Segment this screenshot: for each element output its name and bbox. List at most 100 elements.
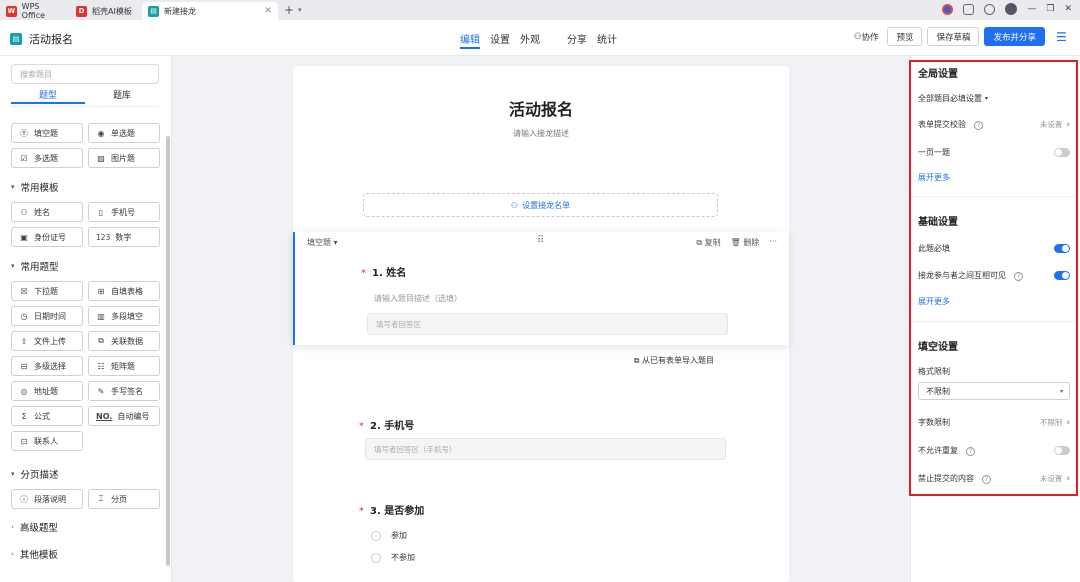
chip-address[interactable]: ◎ 地址题 [11,381,83,401]
tab-docer-ai[interactable]: D 稻壳AI模板 [70,2,142,20]
submit-check-row[interactable]: 表单提交校验? 未设置 › [918,119,1070,130]
more-icon[interactable]: ··· [769,237,777,248]
chip-link-data[interactable]: ⧉ 关联数据 [88,331,160,351]
page-desc-grid: ⓘ 段落说明 ⌶ 分页 [11,489,160,509]
no-duplicate-toggle[interactable] [1054,446,1070,455]
chevron-down-icon: ▾ [11,262,15,270]
search-input[interactable]: 搜索题目 [11,64,159,84]
question-title[interactable]: * 1. 姓名 [361,264,406,279]
required-toggle[interactable] [1054,244,1070,253]
format-limit-select[interactable]: 不限制 ▾ [918,382,1070,400]
section-common-types[interactable]: ▾ 常用题型 [11,259,59,273]
chip-matrix[interactable]: ☷ 矩阵题 [88,356,160,376]
nav-appearance[interactable]: 外观 [520,31,540,46]
menu-icon[interactable]: ☰ [1056,30,1070,44]
chip-multi-choice[interactable]: ☑ 多选题 [11,148,83,168]
chip-label: 自动编号 [117,411,150,421]
publish-button[interactable]: 发布并分享 [984,27,1045,46]
section-other-templates[interactable]: › 其他模板 [11,547,58,561]
chip-id-card[interactable]: ▣ 身份证号 [11,227,83,247]
radio-option[interactable]: 参加 [371,530,407,541]
tab-question-types[interactable]: 题型 [11,88,85,104]
help-icon[interactable]: ? [982,475,991,484]
tab-question-bank[interactable]: 题库 [85,88,159,104]
chevron-right-icon: › [1066,120,1070,130]
radio-circle [371,552,381,563]
expand-more-link[interactable]: 展开更多 [918,296,950,307]
cube-icon[interactable] [984,3,996,15]
visible-toggle[interactable] [1054,271,1070,280]
chip-phone[interactable]: ▯ 手机号 [88,202,160,222]
question-title[interactable]: * 3. 是否参加 [359,502,424,517]
chip-paragraph[interactable]: ⓘ 段落说明 [11,489,83,509]
nav-edit[interactable]: 编辑 [460,31,480,49]
chip-formula[interactable]: Σ 公式 [11,406,83,426]
chip-dropdown[interactable]: ☒ 下拉题 [11,281,83,301]
save-draft-button[interactable]: 保存草稿 [927,27,980,46]
people-icon: ⚇ [510,200,519,210]
one-per-page-toggle[interactable] [1054,148,1070,157]
nav-settings[interactable]: 设置 [490,31,510,46]
radio-option[interactable]: 不参加 [371,552,415,563]
visible-row: 接龙参与者之间互相可见? [918,270,1070,281]
chip-contact[interactable]: ⊡ 联系人 [11,431,83,451]
tablet-icon[interactable] [963,3,975,15]
chip-text-field[interactable]: Ⓣ 填空题 [11,123,83,143]
help-icon[interactable]: ? [966,447,975,456]
close-window-icon[interactable]: ✕ [1064,4,1072,14]
tab-wps-office[interactable]: W WPS Office [0,2,70,20]
chevron-down-icon[interactable]: ▾ [298,6,302,14]
chip-image[interactable]: ▨ 图片题 [88,148,160,168]
question-card-active[interactable]: 填空题 ▾ ⠿ ⧉ 复制 🗑 删除 ··· * 1. 姓名 请输入题目描述（选填）… [293,232,789,345]
chip-single-choice[interactable]: ◉ 单选题 [88,123,160,143]
chip-number[interactable]: 123 数字 [88,227,160,247]
sidebar-scrollbar[interactable] [166,136,170,566]
chip-table[interactable]: ⊞ 自填表格 [88,281,160,301]
restore-icon[interactable]: ❐ [1046,4,1054,14]
roster-button[interactable]: ⚇ 设置接龙名单 [363,193,718,217]
preview-button[interactable]: 预览 [887,27,923,46]
chip-signature[interactable]: ✎ 手写签名 [88,381,160,401]
forbid-content-row[interactable]: 禁止提交的内容? 未设置 › [918,473,1070,484]
all-required-dropdown[interactable]: 全部题目必填设置 ▾ [918,93,1070,104]
import-questions-link[interactable]: ⧉ 从已有表单导入题目 [634,355,714,366]
question-desc-input[interactable]: 请输入题目描述（选填） [374,293,462,304]
ai-assistant-icon[interactable] [942,3,954,15]
question-type-select[interactable]: 填空题 ▾ [307,237,338,248]
chip-cascade[interactable]: ⊟ 多级选择 [11,356,83,376]
nav-share[interactable]: 分享 [567,31,587,46]
toggle-knob [1062,245,1069,252]
copy-button[interactable]: ⧉ 复制 [696,237,720,248]
chevron-right-icon: › [1066,418,1070,428]
chevron-down-icon: ▾ [11,183,15,191]
nav-stats[interactable]: 统计 [597,31,617,46]
form-description[interactable]: 请输入接龙描述 [293,128,789,139]
section-common-templates[interactable]: ▾ 常用模板 [11,180,59,194]
close-icon[interactable]: ✕ [264,6,272,16]
app-title-text: 活动报名 [29,33,73,46]
collab-button[interactable]: ⚇ 协作 [849,27,883,46]
delete-button[interactable]: 🗑 删除 [731,237,760,248]
form-title[interactable]: 活动报名 [293,96,789,120]
chip-multi-blank[interactable]: ▥ 多段填空 [88,306,160,326]
char-limit-row[interactable]: 字数限制 不限制 › [918,417,1070,428]
user-avatar[interactable] [1005,3,1018,15]
chip-upload[interactable]: ⇪ 文件上传 [11,331,83,351]
expand-more-link[interactable]: 展开更多 [918,172,950,183]
section-page-desc[interactable]: ▾ 分页描述 [11,467,59,481]
chip-name[interactable]: ⚇ 姓名 [11,202,83,222]
drag-handle-icon[interactable]: ⠿ [537,235,544,246]
minimize-icon[interactable]: — [1027,4,1036,14]
chip-label: 手写签名 [111,386,143,396]
chip-page-break[interactable]: ⌶ 分页 [88,489,160,509]
chevron-down-icon: ▾ [11,470,15,478]
tab-new-form[interactable]: ▤ 新建接龙 ✕ [142,2,278,20]
chip-auto-number[interactable]: NO. 自动编号 [88,406,160,426]
help-icon[interactable]: ? [1014,272,1023,281]
dropdown-icon: ☒ [20,286,28,296]
new-tab-icon[interactable]: + [284,3,294,17]
question-title[interactable]: * 2. 手机号 [359,417,414,432]
help-icon[interactable]: ? [974,121,983,130]
section-advanced[interactable]: › 高级题型 [11,520,58,534]
chip-datetime[interactable]: ◷ 日期时间 [11,306,83,326]
